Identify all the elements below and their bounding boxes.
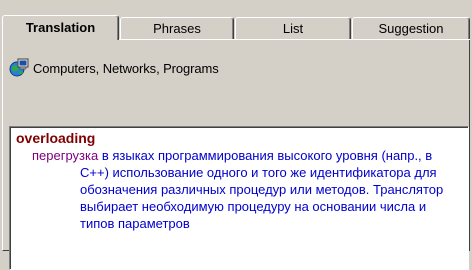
tab-list[interactable]: List (235, 17, 351, 39)
translation-word: перегрузка (32, 148, 99, 163)
tab-phrases[interactable]: Phrases (120, 17, 234, 39)
article-view[interactable]: overloading перегрузка в языках программ… (9, 126, 469, 270)
subject-category: Computers, Networks, Programs (9, 58, 219, 78)
tab-suggestion[interactable]: Suggestion (352, 17, 470, 39)
tab-translation[interactable]: Translation (2, 15, 119, 40)
article-entry: перегрузка в языках программирования выс… (14, 147, 464, 232)
translation-panel: Computers, Networks, Programs overloadin… (2, 40, 470, 270)
tab-strip: Translation Phrases List Suggestion (2, 15, 470, 40)
headword: overloading (16, 130, 96, 146)
definition-text: в языках программирования высокого уровн… (80, 148, 444, 231)
globe-computer-icon (9, 58, 29, 78)
subject-label: Computers, Networks, Programs (33, 60, 219, 76)
